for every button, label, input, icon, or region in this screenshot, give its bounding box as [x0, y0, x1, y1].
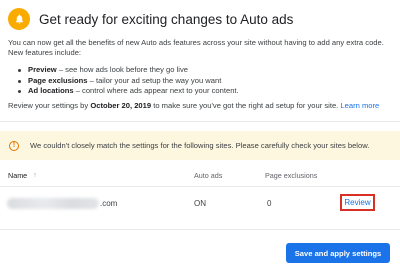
site-domain-suffix: .com: [100, 199, 118, 208]
warning-banner: ! We couldn't closely match the settings…: [0, 131, 400, 160]
auto-ads-status: ON: [194, 199, 206, 208]
feature-list: Preview – see how ads look before they g…: [18, 65, 239, 97]
page-exclusions-count: 0: [267, 199, 272, 208]
column-header-name[interactable]: Name ↑: [8, 168, 37, 182]
column-header-page-exclusions: Page exclusions: [265, 170, 318, 180]
review-deadline-date: October 20, 2019: [90, 101, 152, 110]
intro-text: You can now get all the benefits of new …: [8, 38, 384, 57]
column-header-auto-ads: Auto ads: [194, 170, 223, 180]
learn-more-link[interactable]: Learn more: [340, 101, 379, 110]
review-text-before: Review your settings by: [8, 101, 91, 110]
feature-desc: – control where ads appear next to your …: [73, 86, 239, 95]
feature-item-page-exclusions: Page exclusions – tailor your ad setup t…: [18, 76, 239, 87]
warning-text: We couldn't closely match the settings f…: [30, 141, 370, 150]
redacted-site-name: [7, 198, 99, 209]
feature-desc: – see how ads look before they go live: [56, 65, 189, 74]
table-row: .com ON 0 Review: [0, 191, 400, 217]
header: Get ready for exciting changes to Auto a…: [8, 7, 293, 31]
feature-term: Ad locations: [28, 86, 74, 95]
feature-desc: – tailor your ad setup the way you want: [87, 75, 222, 85]
review-link[interactable]: Review: [340, 194, 375, 211]
footer-divider: [0, 229, 400, 230]
arrow-up-icon: ↑: [33, 171, 37, 179]
page-title: Get ready for exciting changes to Auto a…: [39, 11, 294, 27]
feature-term: Page exclusions: [28, 75, 88, 85]
feature-item-preview: Preview – see how ads look before they g…: [18, 65, 239, 76]
review-deadline-text: Review your settings by October 20, 2019…: [8, 101, 379, 111]
divider: [0, 121, 400, 122]
column-header-name-label: Name: [8, 170, 28, 180]
feature-term: Preview: [28, 65, 57, 74]
feature-item-ad-locations: Ad locations – control where ads appear …: [18, 86, 239, 97]
table-header-divider: [0, 186, 400, 187]
review-text-after: to make sure you've got the right ad set…: [151, 101, 341, 110]
warning-circle-icon: !: [9, 140, 19, 151]
bell-icon: [8, 8, 30, 30]
save-and-apply-button[interactable]: Save and apply settings: [286, 243, 390, 263]
